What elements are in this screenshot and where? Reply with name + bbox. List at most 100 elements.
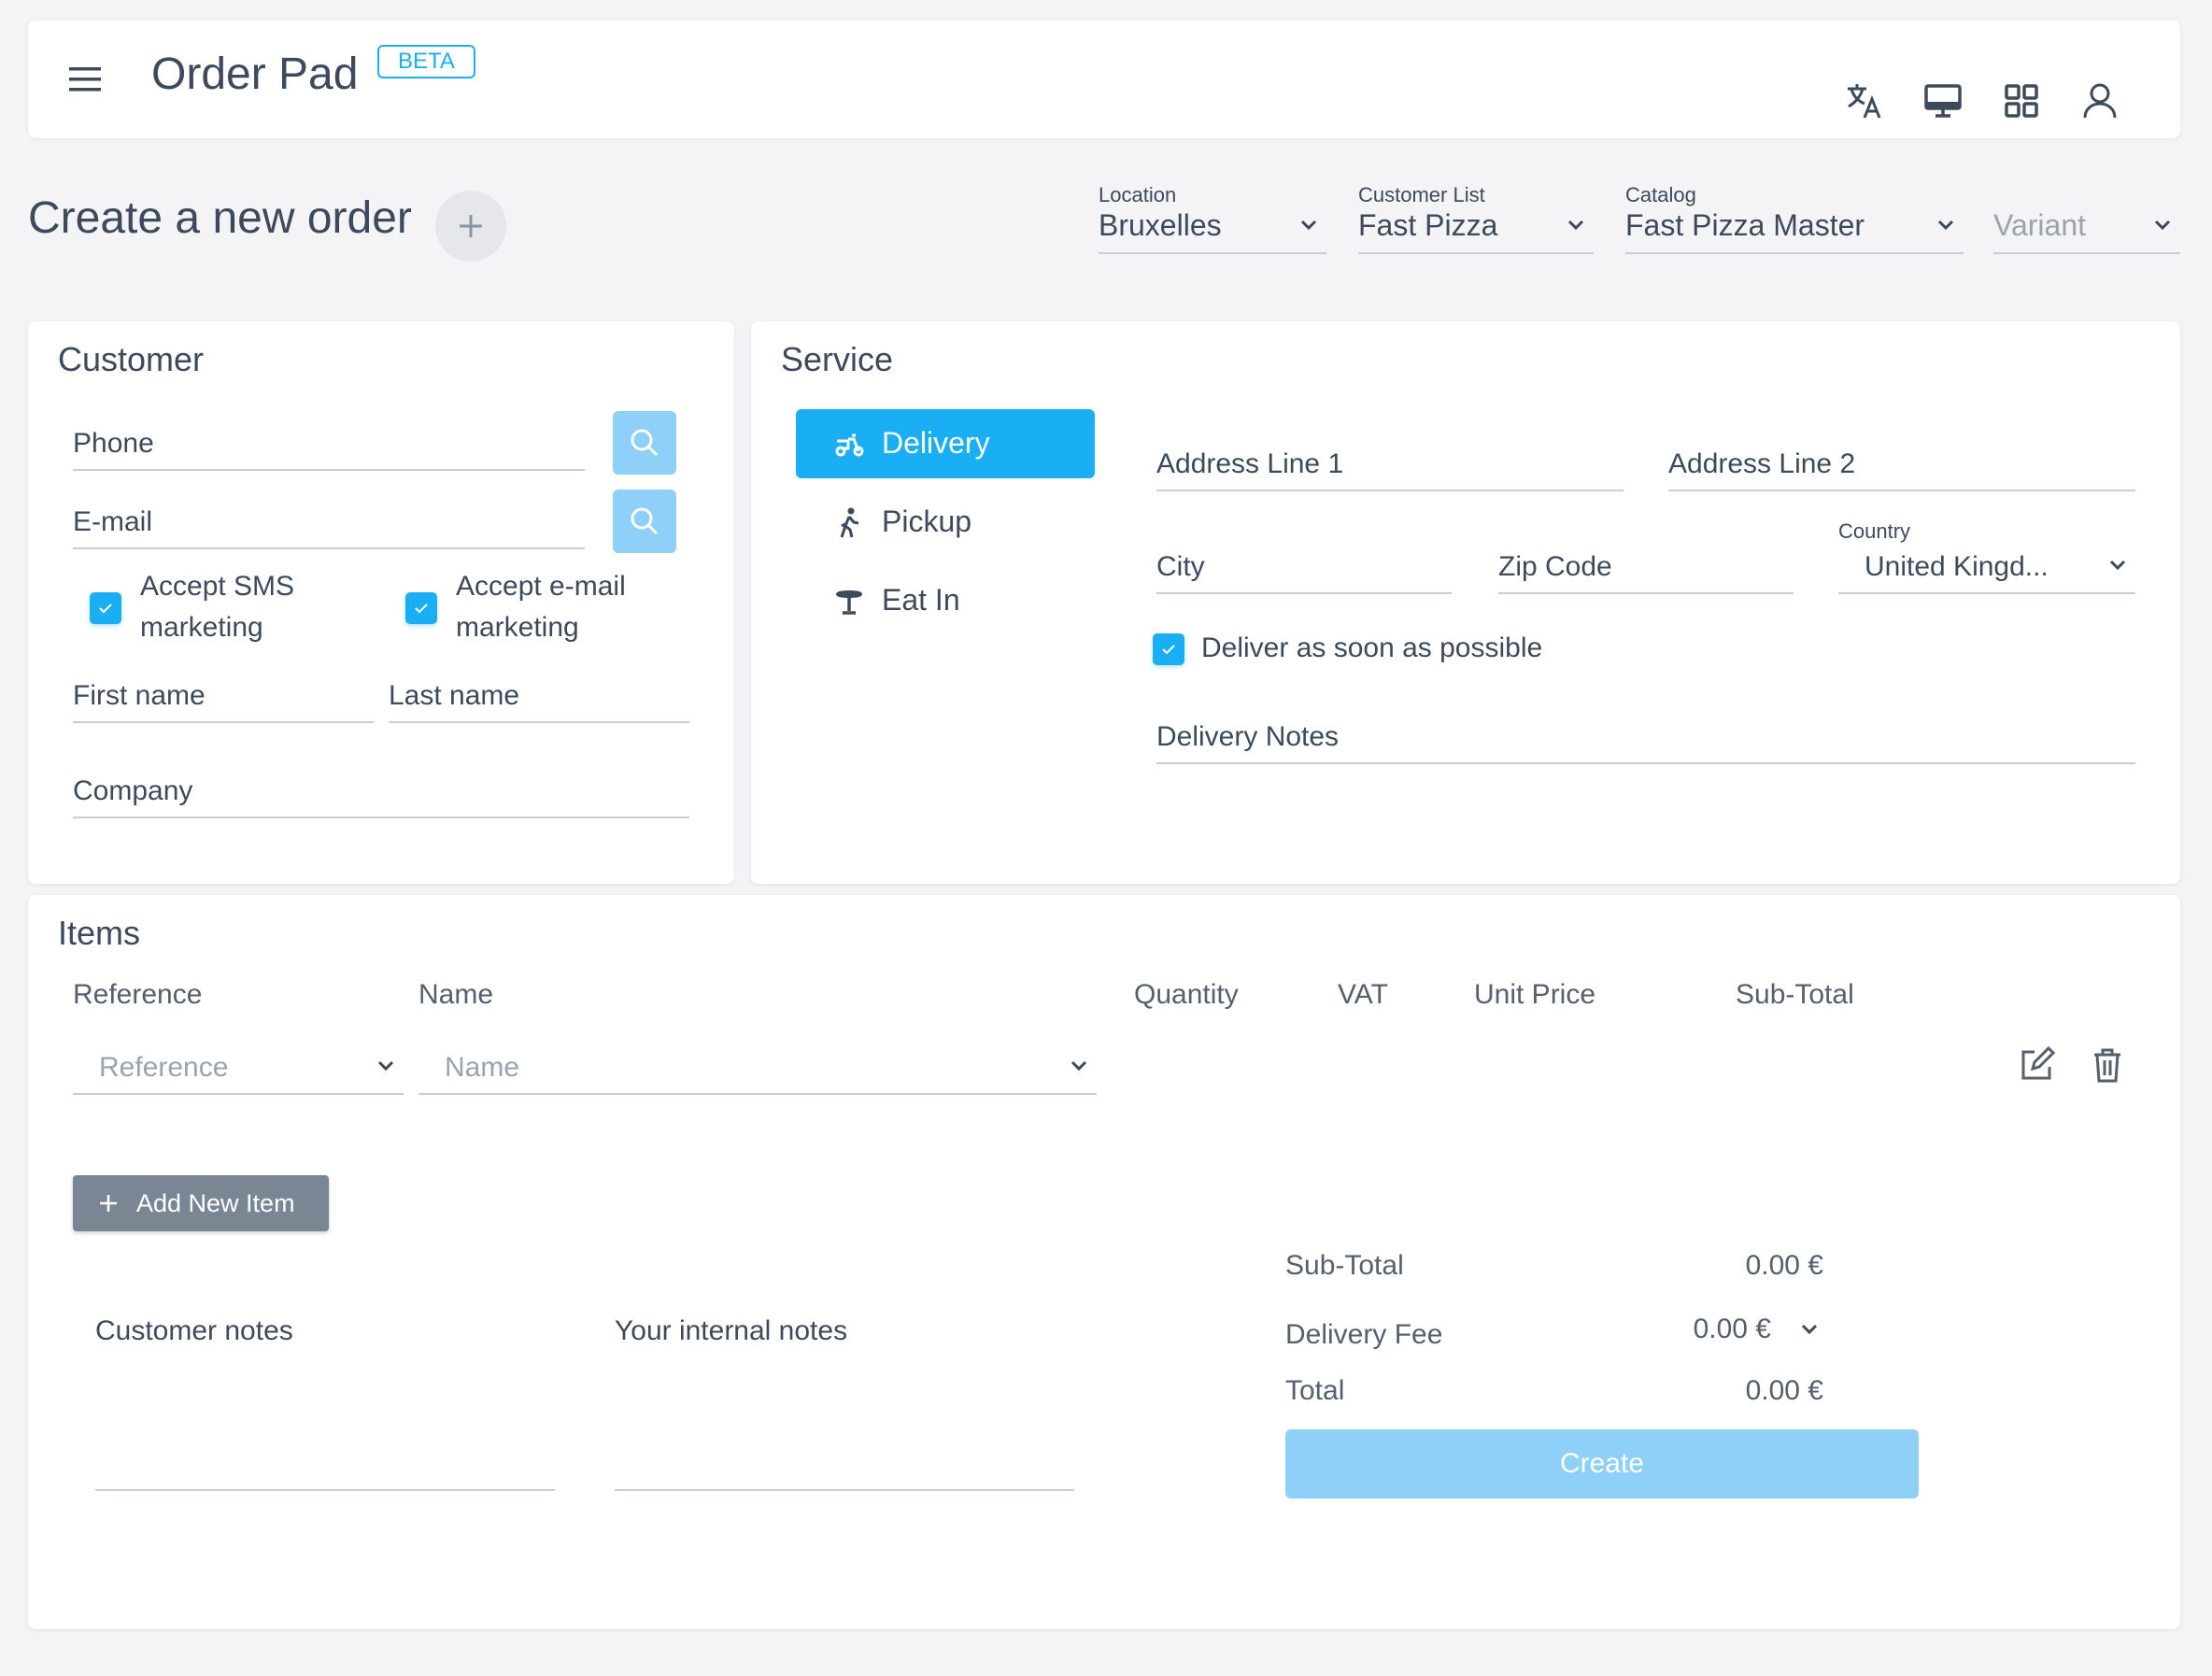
service-option-delivery[interactable]: Delivery: [796, 409, 1095, 478]
total-value: 0.00 €: [1745, 1375, 1823, 1406]
asap-checkbox[interactable]: [1153, 633, 1184, 665]
create-button[interactable]: Create: [1285, 1429, 1919, 1498]
catalog-select[interactable]: Catalog Fast Pizza Master: [1625, 183, 1964, 254]
service-option-label: Eat In: [882, 583, 960, 617]
service-option-label: Pickup: [882, 504, 972, 538]
add-new-item-button[interactable]: Add New Item: [73, 1175, 329, 1231]
reference-placeholder: Reference: [99, 1052, 229, 1083]
column-header-reference: Reference: [73, 979, 203, 1010]
check-icon: [415, 604, 428, 614]
phone-field[interactable]: Phone: [73, 404, 585, 471]
internal-notes-field[interactable]: [615, 1364, 1074, 1491]
service-option-pickup[interactable]: Pickup: [796, 488, 1095, 557]
service-option-label: Delivery: [882, 426, 990, 460]
items-title: Items: [58, 914, 141, 952]
total-label: Total: [1285, 1375, 1345, 1406]
zip-code-label: Zip Code: [1498, 551, 1612, 582]
city-field[interactable]: City: [1156, 527, 1452, 594]
customer-card: Customer Phone E-mail Accept SMS marketi…: [28, 321, 734, 884]
variant-placeholder: Variant: [1993, 208, 2087, 242]
address-line1-field[interactable]: Address Line 1: [1156, 424, 1624, 491]
monitor-icon[interactable]: [1922, 80, 1964, 121]
email-marketing-checkbox[interactable]: [405, 592, 437, 624]
walk-icon: [840, 507, 859, 538]
email-search-button[interactable]: [613, 490, 676, 553]
chevron-down-icon: [1300, 220, 1317, 231]
country-select[interactable]: Country United Kingd...: [1838, 519, 2135, 594]
delivery-notes-field[interactable]: Delivery Notes: [1156, 697, 2135, 764]
reference-select[interactable]: Reference: [73, 1028, 404, 1095]
search-icon: [631, 507, 659, 535]
chevron-down-icon: [2154, 220, 2171, 231]
column-header-unit-price: Unit Price: [1474, 979, 1596, 1010]
zip-code-field[interactable]: Zip Code: [1498, 527, 1794, 594]
customer-list-select[interactable]: Customer List Fast Pizza: [1358, 183, 1594, 254]
address-line1-label: Address Line 1: [1156, 448, 1344, 479]
country-value: United Kingd...: [1865, 551, 2049, 582]
chevron-down-icon: [1937, 220, 1954, 231]
app-title: Order Pad: [151, 50, 359, 99]
subtotal-label: Sub-Total: [1285, 1250, 1404, 1281]
email-field[interactable]: E-mail: [73, 482, 585, 549]
column-header-sub-total: Sub-Total: [1736, 979, 1854, 1010]
user-icon[interactable]: [2079, 80, 2120, 121]
customer-list-value: Fast Pizza: [1358, 208, 1498, 242]
company-field[interactable]: Company: [73, 751, 689, 818]
last-name-field[interactable]: Last name: [389, 656, 689, 723]
location-select[interactable]: Location Bruxelles: [1099, 183, 1326, 254]
address-line2-label: Address Line 2: [1668, 448, 1856, 479]
translate-icon[interactable]: [1844, 80, 1885, 121]
phone-search-button[interactable]: [613, 411, 676, 475]
asap-label: Deliver as soon as possible: [1201, 632, 1543, 663]
variant-select[interactable]: Variant: [1993, 187, 2180, 254]
plus-icon: [100, 1195, 117, 1212]
name-select[interactable]: Name: [418, 1028, 1097, 1095]
delivery-fee-value: 0.00 €: [1693, 1314, 1771, 1344]
name-placeholder: Name: [445, 1052, 520, 1083]
service-title: Service: [781, 340, 894, 378]
column-header-quantity: Quantity: [1134, 979, 1239, 1010]
chevron-down-icon: [1567, 220, 1584, 231]
service-option-eat-in[interactable]: Eat In: [796, 566, 1095, 635]
delivery-fee-label: Delivery Fee: [1285, 1319, 1443, 1350]
chevron-down-icon: [1071, 1060, 1087, 1072]
create-button-label: Create: [1559, 1448, 1645, 1479]
add-new-item-label: Add New Item: [136, 1189, 295, 1217]
trash-icon[interactable]: [2089, 1046, 2126, 1084]
delivery-notes-label: Delivery Notes: [1156, 721, 1340, 752]
chevron-down-icon: [377, 1060, 394, 1072]
catalog-label: Catalog: [1625, 183, 1696, 206]
table-icon: [836, 590, 862, 615]
items-card: Items: [28, 895, 2180, 1629]
chevron-down-icon: [2109, 560, 2126, 571]
internal-notes-label: Your internal notes: [615, 1315, 848, 1346]
last-name-label: Last name: [389, 680, 520, 711]
sms-marketing-checkbox[interactable]: [90, 592, 121, 624]
first-name-field[interactable]: First name: [73, 656, 374, 723]
customer-notes-field[interactable]: [95, 1364, 555, 1491]
first-name-label: First name: [73, 680, 206, 711]
top-app-bar: Order Pad BETA: [28, 21, 2180, 138]
customer-list-label: Customer List: [1358, 183, 1485, 206]
add-order-button[interactable]: [435, 191, 506, 262]
column-header-name: Name: [418, 979, 494, 1010]
menu-icon[interactable]: [67, 64, 105, 95]
plus-icon: [460, 215, 482, 237]
phone-label: Phone: [73, 428, 154, 459]
location-label: Location: [1099, 183, 1177, 206]
beta-badge: BETA: [377, 45, 475, 78]
check-icon: [1162, 645, 1175, 655]
customer-notes-label: Customer notes: [95, 1315, 293, 1346]
customer-title: Customer: [58, 340, 205, 378]
country-label: Country: [1838, 519, 1911, 543]
email-label: E-mail: [73, 506, 153, 537]
grid-icon[interactable]: [2001, 80, 2042, 121]
subtotal-value: 0.00 €: [1745, 1250, 1823, 1281]
edit-icon[interactable]: [2018, 1046, 2055, 1084]
location-value: Bruxelles: [1099, 208, 1222, 242]
page-title: Create a new order: [28, 193, 412, 243]
chevron-down-icon: [1801, 1324, 1818, 1335]
catalog-value: Fast Pizza Master: [1625, 208, 1865, 242]
delivery-fee-select[interactable]: 0.00 €: [1663, 1308, 1827, 1355]
address-line2-field[interactable]: Address Line 2: [1668, 424, 2135, 491]
